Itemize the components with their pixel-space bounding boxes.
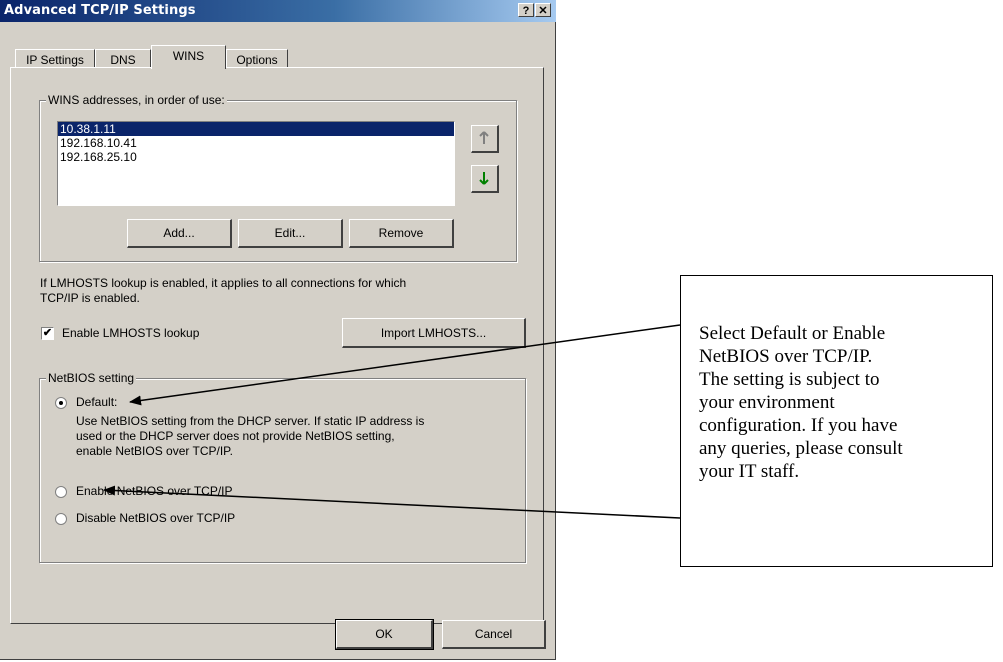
annotation-arrows: [103, 324, 681, 519]
tab-wins[interactable]: WINS: [151, 45, 226, 69]
arrow-to-default: [129, 324, 681, 406]
arrow-to-enable-netbios: [103, 485, 681, 519]
